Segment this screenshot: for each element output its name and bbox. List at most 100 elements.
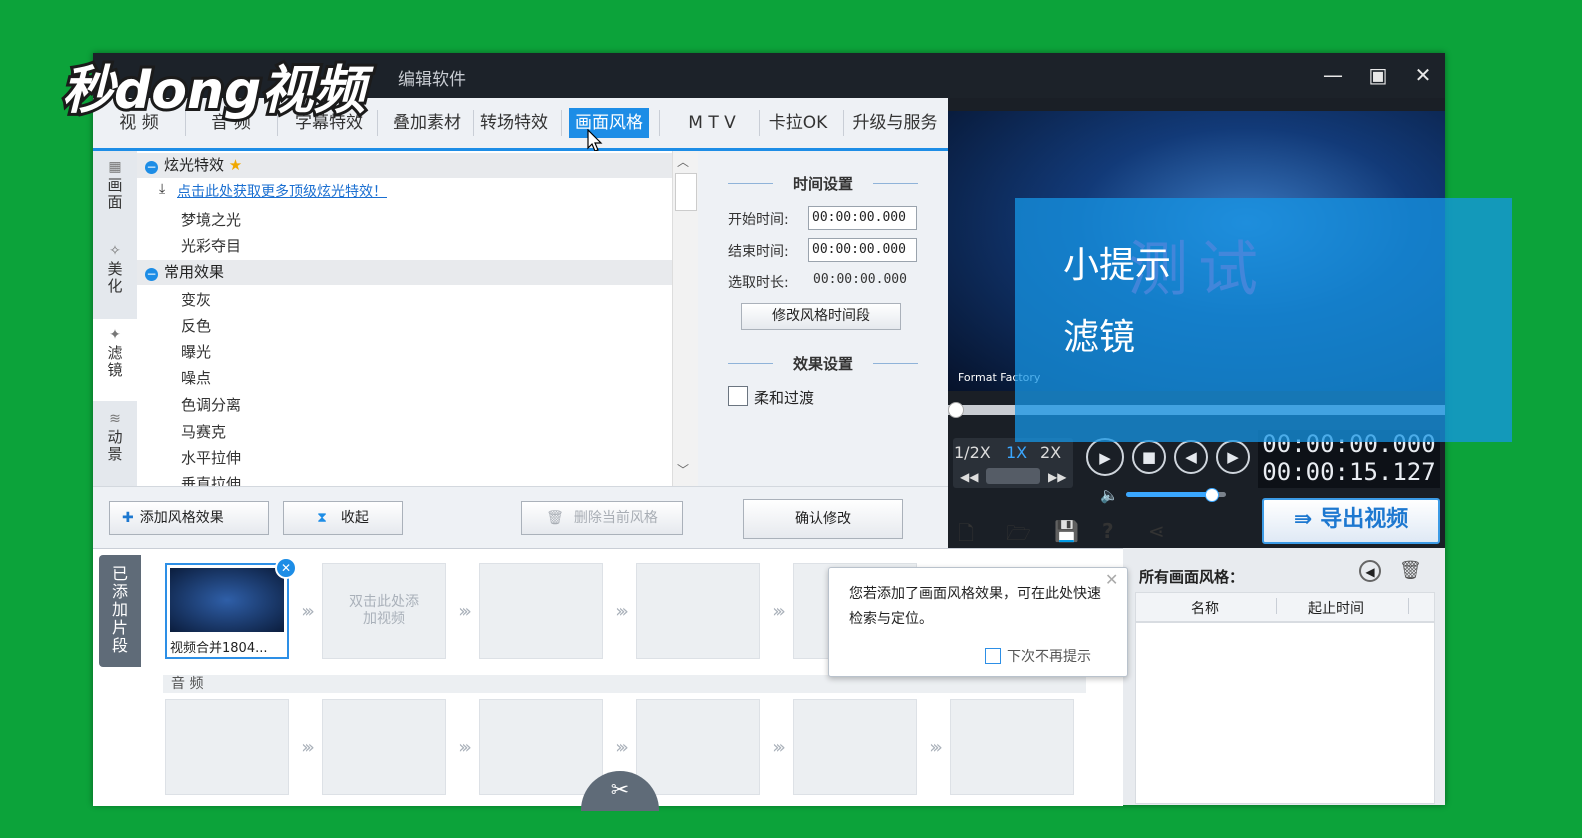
side-tab-motion[interactable]: ≋ 动景	[93, 403, 137, 485]
empty-video-slot[interactable]	[479, 563, 603, 659]
save-icon[interactable]: 💾	[1054, 519, 1079, 543]
scroll-thumb[interactable]	[675, 173, 697, 211]
tip-overlay-title: 小提示	[1063, 245, 1172, 286]
prev-frame-button[interactable]: ◀	[1174, 440, 1208, 474]
help-icon[interactable]: ?	[1102, 519, 1114, 543]
get-more-effects-link[interactable]: 点击此处获取更多顶级炫光特效！	[177, 181, 387, 201]
effect-item[interactable]: 变灰	[181, 289, 211, 310]
effects-scrollbar[interactable]: ︿ ﹀	[672, 151, 698, 486]
volume-icon[interactable]: 🔈	[1100, 486, 1119, 504]
remove-clip-icon[interactable]: ✕	[275, 557, 297, 579]
side-tab-filter[interactable]: ✦ 滤镜	[93, 319, 137, 401]
progress-handle[interactable]	[948, 402, 964, 418]
speed-2x[interactable]: 2X	[1040, 443, 1061, 462]
volume-knob[interactable]	[1205, 488, 1219, 502]
audio-slot[interactable]	[950, 699, 1074, 795]
tab-mtv[interactable]: M T V	[667, 108, 757, 138]
scroll-up-icon[interactable]: ︿	[677, 153, 689, 170]
effect-item[interactable]: 垂直拉伸	[181, 473, 241, 486]
chevron-right-icon: ›››	[458, 601, 472, 622]
volume-slider[interactable]	[1126, 488, 1226, 502]
effects-list: − 炫光特效 ★ ⤓ 点击此处获取更多顶级炫光特效！ 梦境之光 光彩夺目 − 常用效…	[137, 151, 672, 486]
dont-show-again-checkbox[interactable]	[985, 648, 1001, 664]
added-segments-tab[interactable]: 已添加片段	[99, 555, 141, 667]
clip-name: 视频合并1804...	[170, 641, 268, 656]
style-list-panel: 所有画面风格： ◀ 🗑 名称 起止时间	[1123, 548, 1445, 805]
scroll-down-icon[interactable]: ﹀	[677, 461, 689, 478]
collapse-button[interactable]: ⧗ 收起	[283, 501, 403, 535]
end-time-label: 结束时间:	[728, 244, 789, 260]
total-time: 00:00:15.127	[1262, 458, 1436, 486]
effect-item[interactable]: 色调分离	[181, 394, 241, 415]
audio-slot[interactable]	[165, 699, 289, 795]
fast-forward-icon[interactable]: ▶▶	[1048, 470, 1066, 484]
side-tab-label: 滤镜	[107, 344, 123, 379]
side-tab-beautify[interactable]: ✧ 美化	[93, 235, 137, 317]
tab-karaoke[interactable]: 卡拉OK	[761, 108, 835, 138]
audio-slot[interactable]	[479, 699, 603, 795]
column-divider	[1408, 598, 1409, 614]
rewind-icon[interactable]: ◀◀	[960, 470, 978, 484]
collapse-hourglass-icon: ⧗	[317, 510, 327, 526]
style-list-body	[1135, 622, 1435, 804]
jog-slider[interactable]	[986, 468, 1040, 484]
effect-item[interactable]: 曝光	[181, 341, 211, 362]
end-time-input[interactable]: 00:00:00.000	[808, 238, 917, 262]
tip-overlay: 小提示 滤镜	[1015, 198, 1512, 442]
added-segments-label: 已添加片段	[112, 564, 129, 655]
chevron-right-icon: ›››	[301, 601, 315, 622]
next-frame-button[interactable]: ▶	[1216, 440, 1250, 474]
maximize-button[interactable]: ▣	[1363, 61, 1393, 89]
locate-icon[interactable]: ◀	[1359, 560, 1381, 582]
effect-item[interactable]: 梦境之光	[181, 209, 241, 230]
close-popup-icon[interactable]: ✕	[1105, 570, 1118, 589]
duration-label: 选取时长:	[728, 275, 789, 291]
start-time-input[interactable]: 00:00:00.000	[808, 206, 917, 230]
tab-transitions[interactable]: 转场特效	[475, 108, 553, 138]
tip-overlay-subtitle: 滤镜	[1063, 317, 1136, 358]
trash-icon[interactable]: 🗑	[1399, 560, 1422, 581]
effect-item[interactable]: 反色	[181, 315, 211, 336]
modify-time-button[interactable]: 修改风格时间段	[741, 303, 901, 330]
soft-transition-checkbox[interactable]	[728, 386, 748, 406]
chevron-right-icon: ›››	[772, 737, 786, 758]
style-list-header: 名称 起止时间	[1135, 592, 1435, 622]
film-icon: ▦	[108, 159, 122, 175]
audio-slot[interactable]	[636, 699, 760, 795]
duration-value: 00:00:00.000	[813, 272, 907, 287]
group-header-common[interactable]: − 常用效果	[137, 260, 672, 285]
tip-popup-text: 您若添加了画面风格效果，可在此处快速检索与定位。	[849, 586, 1101, 627]
effect-item[interactable]: 水平拉伸	[181, 447, 241, 468]
minimize-button[interactable]: —	[1318, 61, 1348, 89]
tab-upgrade[interactable]: 升级与服务	[845, 108, 945, 138]
time-settings-header: 时间设置	[723, 173, 923, 194]
side-tab-picture[interactable]: ▦ 画面	[93, 151, 137, 233]
collapse-icon: −	[145, 160, 158, 174]
export-video-button[interactable]: ⇛ 导出视频	[1262, 498, 1440, 544]
speed-1x[interactable]: 1X	[1006, 443, 1027, 462]
confirm-modify-button[interactable]: 确认修改	[743, 499, 903, 539]
audio-slot[interactable]	[322, 699, 446, 795]
group-header-glow[interactable]: − 炫光特效 ★	[137, 153, 672, 178]
speed-half[interactable]: 1/2X	[954, 443, 991, 462]
stop-button[interactable]: ■	[1132, 440, 1166, 474]
close-button[interactable]: ✕	[1408, 61, 1438, 89]
wave-icon: ≋	[109, 411, 121, 427]
tab-picture-style[interactable]: 画面风格	[569, 108, 649, 138]
tab-divider	[843, 110, 844, 136]
effect-item[interactable]: 光彩夺目	[181, 235, 241, 256]
share-icon[interactable]: ⋖	[1148, 519, 1165, 543]
play-button[interactable]: ▶	[1086, 438, 1124, 476]
style-list-title: 所有画面风格：	[1139, 568, 1245, 586]
add-video-slot[interactable]: 双击此处添加视频	[322, 563, 446, 659]
empty-video-slot[interactable]	[636, 563, 760, 659]
export-label: 导出视频	[1320, 507, 1409, 532]
audio-slot[interactable]	[793, 699, 917, 795]
add-style-button[interactable]: ✚ 添加风格效果	[109, 501, 269, 535]
video-clip[interactable]: 视频合并1804... ✕	[165, 557, 297, 659]
delete-style-button[interactable]: 🗑 删除当前风格	[521, 501, 683, 535]
effect-item[interactable]: 噪点	[181, 367, 211, 388]
volume-fill	[1126, 492, 1211, 497]
column-divider	[1276, 598, 1277, 614]
effect-item[interactable]: 马赛克	[181, 421, 226, 442]
